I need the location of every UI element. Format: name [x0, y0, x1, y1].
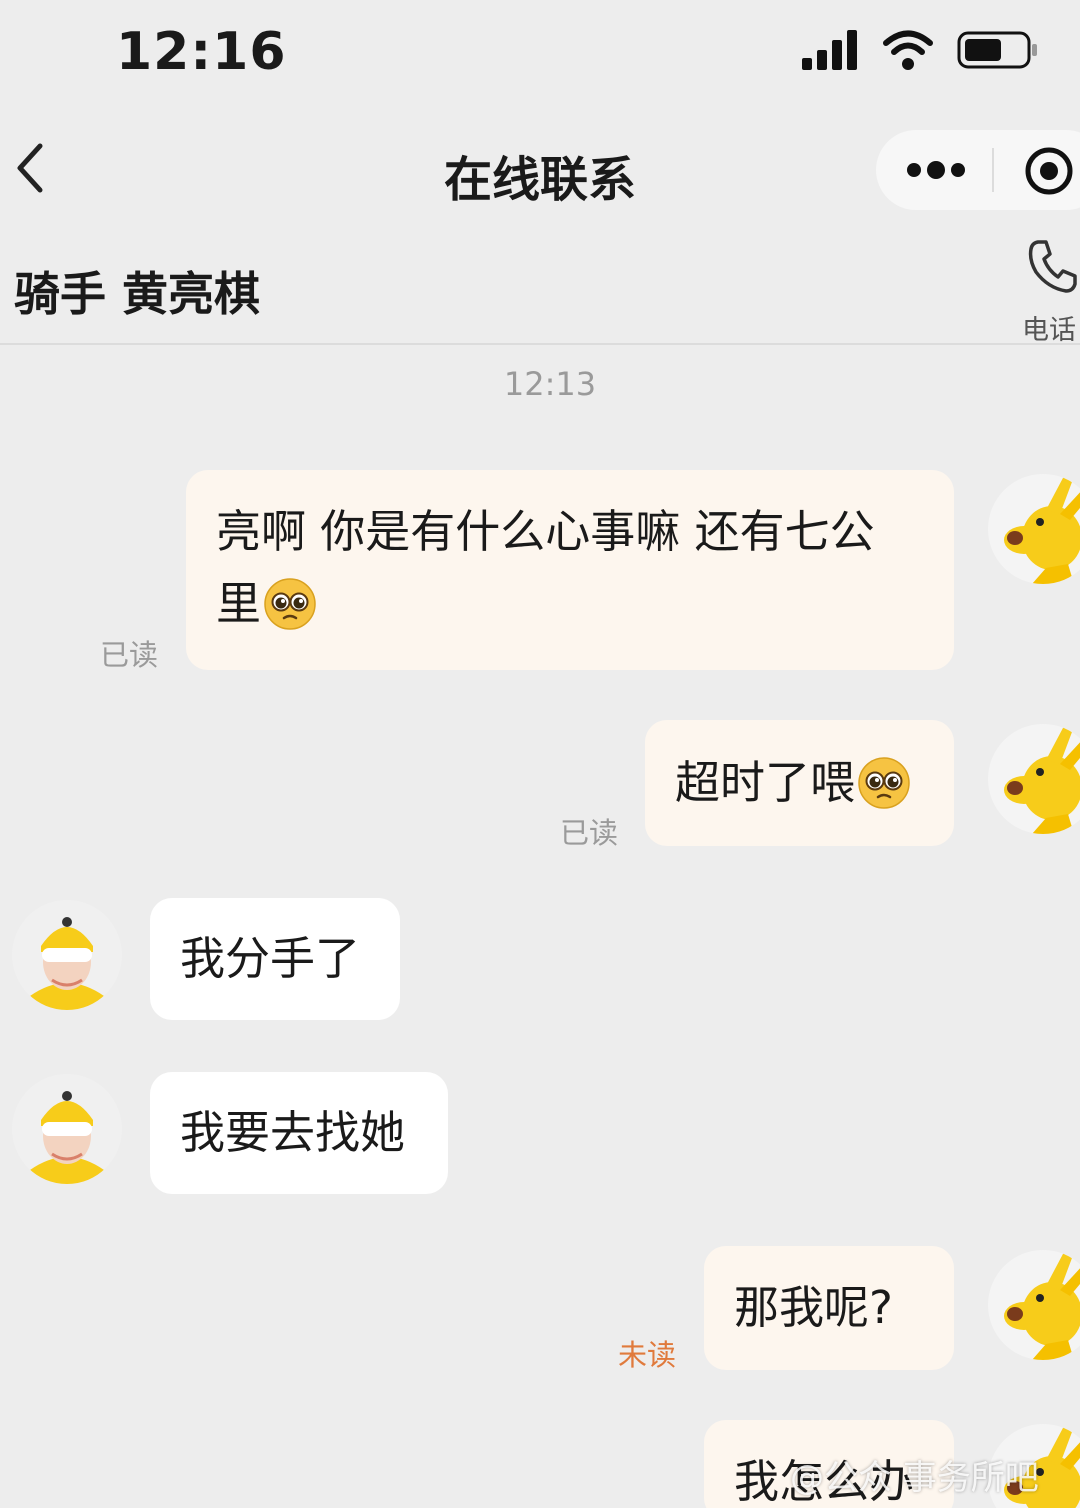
read-status: 已读 [560, 816, 619, 850]
rider-avatar-icon [12, 900, 122, 1010]
pleading-face-icon [858, 757, 910, 809]
kangaroo-avatar-icon [988, 1250, 1080, 1360]
message-line-2: 里 [216, 568, 924, 640]
battery-icon [957, 31, 1037, 69]
more-button[interactable] [906, 152, 966, 188]
message-bubble[interactable]: 那我呢? [704, 1246, 954, 1370]
message-bubble[interactable]: 我分手了 [150, 898, 400, 1020]
kangaroo-avatar-icon [988, 474, 1080, 584]
message-text: 我分手了 [180, 932, 361, 985]
message-bubble[interactable]: 亮啊 你是有什么心事嘛 还有七公 里 [186, 470, 954, 670]
rider-avatar[interactable] [12, 900, 122, 1010]
mini-program-capsule [876, 130, 1080, 210]
my-avatar[interactable] [988, 474, 1080, 584]
phone-icon [1028, 240, 1077, 293]
status-icons [800, 28, 1040, 72]
more-dots-icon [907, 161, 965, 179]
pleading-face-icon [264, 578, 316, 630]
unread-status: 未读 [618, 1338, 677, 1372]
message-text: 超时了喂 [675, 756, 856, 809]
rider-avatar[interactable] [12, 1074, 122, 1184]
chat-timestamp: 12:13 [503, 365, 597, 403]
read-status: 已读 [100, 638, 159, 672]
kangaroo-avatar-icon [988, 724, 1080, 834]
signal-icon [802, 30, 857, 70]
rider-avatar-icon [12, 1074, 122, 1184]
capsule-divider [992, 148, 994, 192]
message-bubble[interactable]: 超时了喂 [645, 720, 954, 846]
rider-name: 骑手 黄亮棋 [14, 267, 261, 321]
wifi-icon [883, 30, 933, 70]
nav-bar: 在线联系 [0, 120, 1080, 220]
message-text: 亮啊 你是有什么心事嘛 还有七公 [216, 505, 875, 558]
message-text: 那我呢? [734, 1281, 893, 1334]
message-bubble[interactable]: 我要去找她 [150, 1072, 448, 1194]
phone-button[interactable]: 电话 [1018, 236, 1080, 346]
watermark: @公众 事务所吧 [790, 1458, 1039, 1498]
rider-header: 骑手 黄亮棋 电话 [0, 230, 1080, 346]
phone-label: 电话 [1022, 315, 1076, 346]
close-mini-program-button[interactable] [1024, 146, 1074, 196]
message-text-cont: 里 [216, 577, 262, 630]
my-avatar[interactable] [988, 1250, 1080, 1360]
status-bar: 12:16 [0, 0, 1080, 110]
target-icon [1025, 147, 1073, 195]
message-text: 我要去找她 [180, 1106, 406, 1159]
my-avatar[interactable] [988, 724, 1080, 834]
status-time: 12:16 [116, 22, 287, 82]
